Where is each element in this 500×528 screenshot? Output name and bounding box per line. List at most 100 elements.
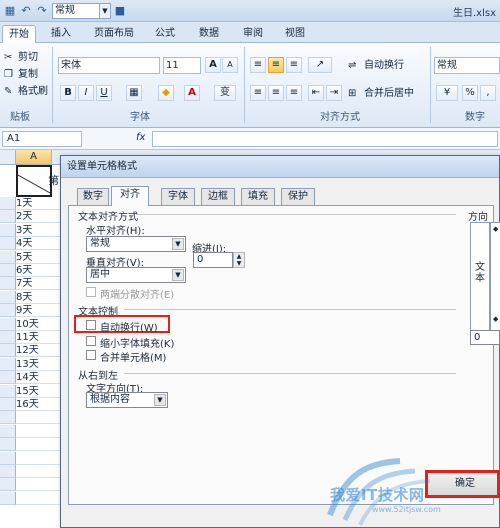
comma-button[interactable]: ,: [480, 85, 496, 101]
copy-icon[interactable]: ❐: [4, 68, 13, 82]
row-header[interactable]: [0, 478, 16, 492]
h-align-select[interactable]: 常规 ▼: [86, 236, 186, 252]
cell-a[interactable]: 11天: [16, 331, 61, 344]
cell-a[interactable]: 12天: [16, 344, 61, 358]
decrease-indent-icon[interactable]: ⇤: [308, 85, 324, 101]
fx-icon[interactable]: fx: [136, 132, 145, 143]
cell-a[interactable]: 13天: [16, 358, 61, 371]
cell-a[interactable]: 6天: [16, 264, 61, 277]
cell-a[interactable]: 10天: [16, 318, 61, 331]
row-header[interactable]: [0, 277, 16, 291]
row-header[interactable]: [0, 210, 16, 224]
row-header[interactable]: [0, 398, 16, 411]
justify-distributed-checkbox[interactable]: [86, 287, 96, 297]
chevron-down-icon[interactable]: ▼: [154, 394, 166, 406]
phonetic-icon[interactable]: 变: [214, 85, 236, 101]
row-header[interactable]: [0, 223, 16, 237]
brush-icon[interactable]: ✎: [4, 85, 12, 99]
grow-font-button[interactable]: A: [205, 57, 221, 73]
indent-input[interactable]: 0: [193, 252, 233, 268]
tab-formulas[interactable]: 公式: [148, 25, 182, 43]
orientation-icon[interactable]: ↗: [308, 57, 332, 73]
percent-button[interactable]: %: [462, 85, 478, 101]
tab-home[interactable]: 开始: [2, 25, 36, 43]
merge-cells-label[interactable]: 合并单元格(M): [100, 349, 166, 364]
row-header[interactable]: [0, 304, 16, 318]
select-all-corner[interactable]: [0, 150, 16, 165]
column-header-a[interactable]: A: [16, 150, 52, 165]
tab-page-layout[interactable]: 页面布局: [88, 25, 140, 43]
row-header[interactable]: [0, 237, 16, 251]
font-name-select[interactable]: 宋体: [58, 57, 160, 74]
tab-data[interactable]: 数据: [192, 25, 226, 43]
app-icon[interactable]: ▦: [2, 3, 18, 18]
tab-alignment[interactable]: 对齐: [111, 186, 149, 206]
cell-a[interactable]: 5天: [16, 251, 61, 264]
row-header[interactable]: [0, 331, 16, 344]
copy-button[interactable]: 复制: [18, 68, 38, 82]
cut-icon[interactable]: ✂: [4, 51, 12, 65]
row-header[interactable]: [0, 357, 16, 371]
cut-button[interactable]: 剪切: [18, 51, 38, 65]
name-box[interactable]: A1: [2, 131, 82, 147]
degree-input[interactable]: 0: [470, 330, 500, 345]
formula-input[interactable]: [152, 131, 498, 147]
currency-icon[interactable]: ¥: [436, 85, 458, 101]
merge-cells-checkbox[interactable]: [86, 350, 96, 360]
shrink-fit-checkbox[interactable]: [86, 336, 96, 346]
cell-a[interactable]: 16天: [16, 398, 61, 411]
chevron-down-icon[interactable]: ▼: [172, 269, 184, 281]
wrap-text-button[interactable]: 自动换行: [364, 59, 404, 73]
row-header[interactable]: [0, 451, 16, 465]
align-middle-icon[interactable]: ≡: [268, 57, 284, 73]
ok-button[interactable]: 确定: [425, 470, 500, 498]
border-icon[interactable]: ▦: [126, 85, 142, 101]
row-header[interactable]: [0, 344, 16, 358]
redo-icon[interactable]: ↷: [34, 3, 50, 18]
row-header[interactable]: [0, 290, 16, 304]
row-header[interactable]: [0, 411, 16, 425]
row-header[interactable]: [0, 264, 16, 277]
align-left-icon[interactable]: ≡: [250, 85, 266, 101]
cell-a1[interactable]: [16, 165, 52, 197]
increase-indent-icon[interactable]: ⇥: [326, 85, 342, 101]
align-center-icon[interactable]: ≡: [268, 85, 284, 101]
cell-a[interactable]: 1天: [16, 197, 61, 210]
row-header[interactable]: [0, 465, 16, 478]
row-header[interactable]: [0, 491, 16, 505]
undo-icon[interactable]: ↶: [18, 3, 34, 18]
orientation-dial[interactable]: ◆ ◆: [490, 222, 500, 342]
chevron-down-icon[interactable]: ▼: [99, 3, 111, 19]
merge-icon[interactable]: ⊞: [348, 87, 356, 101]
wrap-text-checkbox[interactable]: [86, 320, 96, 330]
tab-font[interactable]: 字体: [161, 188, 195, 205]
save-icon[interactable]: ■: [112, 3, 128, 18]
format-painter-button[interactable]: 格式刷: [18, 85, 48, 99]
tab-view[interactable]: 视图: [278, 25, 312, 43]
row-header[interactable]: [0, 197, 16, 210]
merge-center-button[interactable]: 合并后居中: [364, 87, 414, 101]
cell-a[interactable]: 4天: [16, 237, 61, 251]
font-color-icon[interactable]: A: [184, 85, 200, 101]
cell-a[interactable]: 7天: [16, 277, 61, 291]
cell-a[interactable]: 2天: [16, 210, 61, 224]
align-top-icon[interactable]: ≡: [250, 57, 266, 73]
italic-button[interactable]: I: [78, 85, 94, 101]
cell-a[interactable]: 8天: [16, 291, 61, 304]
cell-a[interactable]: 3天: [16, 224, 61, 237]
align-right-icon[interactable]: ≡: [286, 85, 302, 101]
row-header[interactable]: [0, 438, 16, 452]
tab-protection[interactable]: 保护: [281, 188, 315, 205]
font-size-select[interactable]: 11: [163, 57, 201, 74]
tab-review[interactable]: 审阅: [236, 25, 270, 43]
cell-a[interactable]: 14天: [16, 371, 61, 385]
number-format-select[interactable]: 常规: [434, 57, 500, 74]
wrap-text-icon[interactable]: ⇌: [348, 59, 356, 73]
row-header[interactable]: [0, 384, 16, 398]
row-header[interactable]: [0, 317, 16, 331]
shrink-fit-label[interactable]: 缩小字体填充(K): [100, 335, 174, 350]
tab-number[interactable]: 数字: [77, 188, 109, 205]
cell-a[interactable]: 9天: [16, 304, 61, 318]
shrink-font-button[interactable]: A: [222, 57, 238, 73]
row-header[interactable]: [0, 371, 16, 385]
